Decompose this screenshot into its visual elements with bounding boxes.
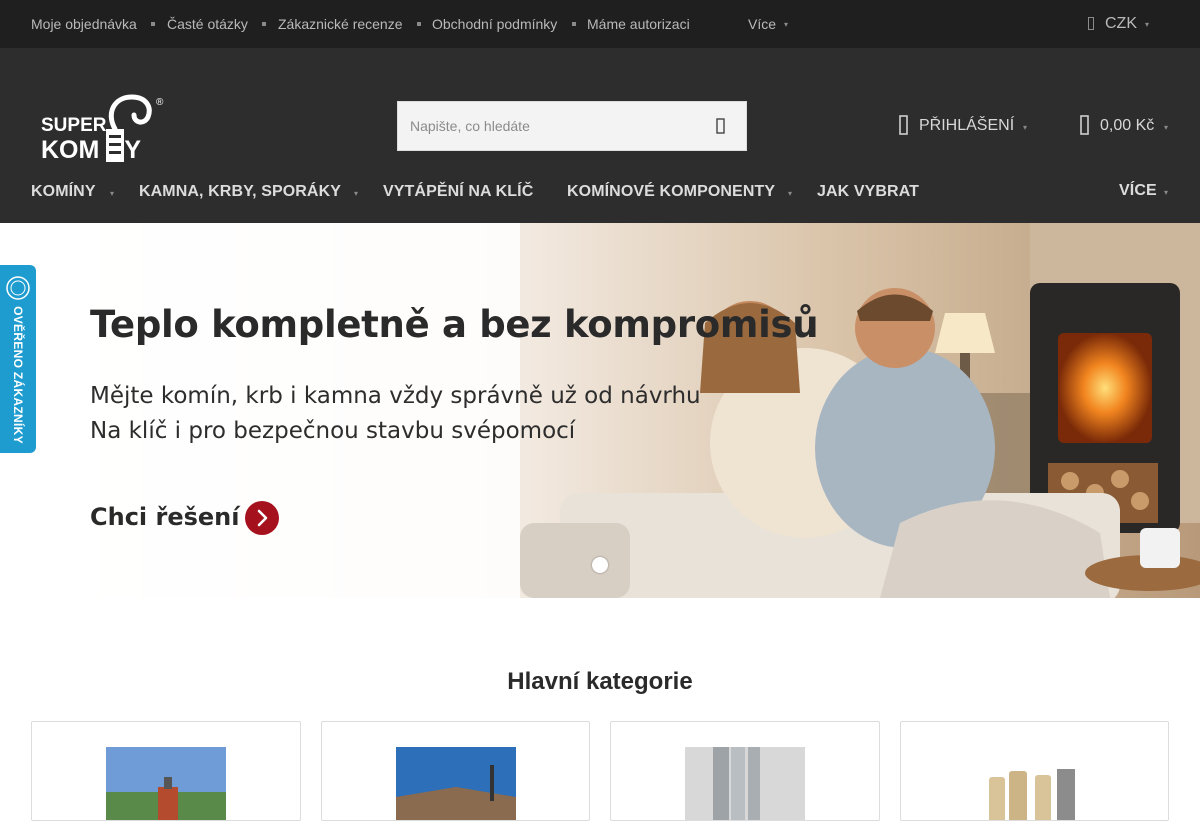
category-image xyxy=(106,747,226,820)
logo-smoke xyxy=(108,94,152,132)
separator xyxy=(262,22,266,26)
link-authorization[interactable]: Máme autorizaci xyxy=(587,16,690,32)
chevron-down-icon: ▾ xyxy=(1164,123,1169,132)
slider-dot[interactable] xyxy=(592,557,608,573)
login-label: PŘIHLÁŠENÍ xyxy=(919,117,1015,134)
nav-item-kamna[interactable]: KAMNA, KRBY, SPORÁKY xyxy=(139,183,341,201)
search-input[interactable] xyxy=(398,102,698,150)
category-card[interactable] xyxy=(321,721,590,821)
category-image xyxy=(975,747,1095,820)
separator xyxy=(151,22,155,26)
verified-seal-icon xyxy=(6,276,30,300)
fire xyxy=(1058,333,1152,443)
nav-item-kominy[interactable]: KOMÍNY xyxy=(31,183,96,201)
search-icon xyxy=(716,118,725,134)
hero-image xyxy=(0,223,1200,598)
lamp-shade xyxy=(935,313,995,353)
nav-item-jak-vybrat[interactable]: JAK VYBRAT xyxy=(817,183,919,201)
chevron-down-icon: ▾ xyxy=(788,189,793,198)
hero-subtitle-line2: Na klíč i pro bezpečnou stavbu svépomocí xyxy=(90,418,576,444)
category-card[interactable] xyxy=(610,721,880,821)
nav-item-komponenty[interactable]: KOMÍNOVÉ KOMPONENTY xyxy=(567,183,775,201)
separator xyxy=(417,22,421,26)
search-box xyxy=(397,101,747,151)
search-button[interactable] xyxy=(706,111,736,141)
categories-heading: Hlavní kategorie xyxy=(507,668,693,695)
logo-registered: ® xyxy=(156,97,164,108)
mug xyxy=(1140,528,1180,568)
verified-badge[interactable]: OVĚŘENO ZÁKAZNÍKY xyxy=(0,265,36,453)
topbar-more-button[interactable]: Více xyxy=(748,16,776,32)
currency-icon xyxy=(1088,17,1094,30)
chevron-down-icon: ▾ xyxy=(784,20,789,29)
cart-icon xyxy=(1080,115,1089,135)
category-card[interactable] xyxy=(900,721,1169,821)
badge-label: OVĚŘENO ZÁKAZNÍKY xyxy=(11,306,25,444)
separator xyxy=(572,22,576,26)
chevron-down-icon: ▾ xyxy=(354,189,359,198)
nav-more-button[interactable]: VÍCE xyxy=(1119,182,1157,200)
user-icon xyxy=(899,115,908,135)
category-image xyxy=(685,747,805,820)
link-customer-reviews[interactable]: Zákaznické recenze xyxy=(278,16,403,32)
category-image xyxy=(396,747,516,820)
top-bar: Moje objednávka Časté otázky Zákaznické … xyxy=(0,0,1200,49)
logo[interactable]: SUPER KOM NY ® xyxy=(40,93,172,165)
arrow-right-icon xyxy=(245,501,279,535)
link-faq[interactable]: Časté otázky xyxy=(167,16,248,32)
logo-graphic: SUPER KOM NY ® xyxy=(41,94,164,164)
hero-cta-label: Chci řešení xyxy=(90,503,240,531)
category-card[interactable] xyxy=(31,721,301,821)
hero-subtitle-line1: Mějte komín, krb i kamna vždy správně už… xyxy=(90,383,701,409)
logo-text-kominy: KOM NY xyxy=(41,136,141,164)
logo-text-super: SUPER xyxy=(41,115,107,136)
chevron-down-icon: ▾ xyxy=(110,189,115,198)
nav-item-vytapeni[interactable]: VYTÁPĚNÍ NA KLÍČ xyxy=(383,183,533,201)
hero-title: Teplo kompletně a bez kompromisů xyxy=(90,303,819,346)
chevron-down-icon: ▾ xyxy=(1023,123,1028,132)
chevron-down-icon: ▾ xyxy=(1145,20,1150,29)
cart-total: 0,00 Kč xyxy=(1100,117,1155,134)
hero-banner[interactable]: Teplo kompletně a bez kompromisů Mějte k… xyxy=(0,223,1200,598)
link-my-order[interactable]: Moje objednávka xyxy=(31,16,137,32)
header: SUPER KOM NY ® PŘIHLÁŠENÍ ▾ 0,00 Kč xyxy=(0,49,1200,223)
currency-selector[interactable]: CZK xyxy=(1105,15,1137,33)
link-terms[interactable]: Obchodní podmínky xyxy=(432,16,557,32)
chevron-down-icon: ▾ xyxy=(1164,188,1169,197)
